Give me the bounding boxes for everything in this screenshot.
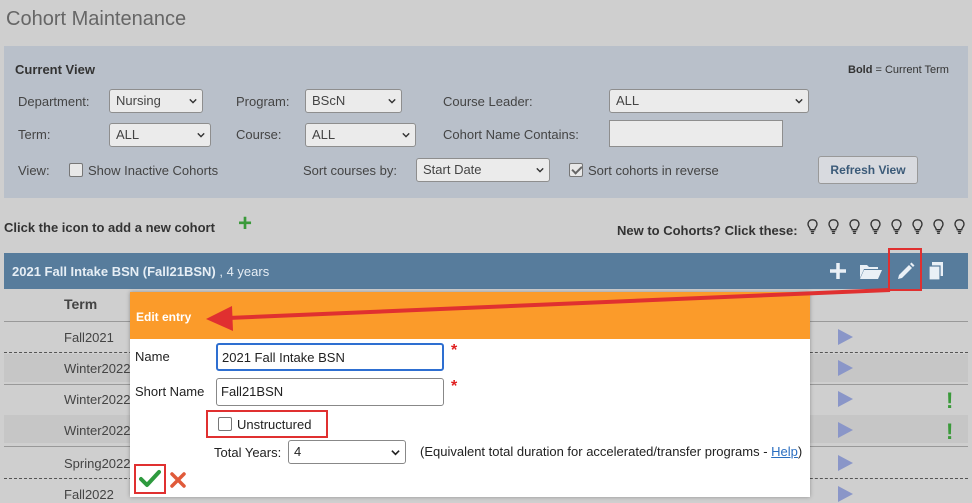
course-leader-select[interactable]: ALL bbox=[609, 89, 809, 113]
play-icon[interactable] bbox=[836, 421, 854, 439]
table-row: Winter2022 bbox=[64, 392, 131, 407]
cancel-x-icon[interactable] bbox=[170, 472, 186, 488]
sort-reverse-option[interactable]: Sort cohorts in reverse bbox=[569, 163, 719, 178]
unstructured-option[interactable]: Unstructured bbox=[218, 417, 311, 432]
table-row: Winter2022 bbox=[64, 423, 131, 438]
show-inactive-checkbox[interactable] bbox=[69, 163, 83, 177]
table-row: Spring2022 bbox=[64, 456, 131, 471]
add-icon[interactable] bbox=[828, 261, 848, 281]
help-link[interactable]: Help bbox=[771, 444, 798, 459]
lightbulb-icon[interactable] bbox=[931, 218, 946, 236]
table-row: Fall2022 bbox=[64, 487, 114, 502]
lightbulb-icon[interactable] bbox=[805, 218, 820, 236]
term-select[interactable]: ALL bbox=[109, 123, 211, 147]
current-view-title: Current View bbox=[15, 62, 95, 77]
dialog-title: Edit entry bbox=[136, 310, 192, 324]
department-label: Department: bbox=[18, 94, 90, 109]
total-years-label: Total Years: bbox=[214, 445, 282, 460]
term-column-header: Term bbox=[64, 296, 98, 312]
chevron-down-icon bbox=[402, 132, 410, 138]
sort-courses-label: Sort courses by: bbox=[303, 163, 397, 178]
play-icon[interactable] bbox=[836, 328, 854, 346]
play-icon[interactable] bbox=[836, 485, 854, 503]
save-button[interactable] bbox=[134, 464, 166, 494]
total-years-select[interactable]: 4 bbox=[288, 440, 406, 464]
play-icon[interactable] bbox=[836, 454, 854, 472]
chevron-down-icon bbox=[189, 98, 197, 104]
current-view-panel: Current View Bold = Current Term Departm… bbox=[4, 46, 968, 198]
chevron-down-icon bbox=[197, 132, 205, 138]
required-marker: * bbox=[451, 342, 458, 359]
lightbulb-icon[interactable] bbox=[868, 218, 883, 236]
course-label: Course: bbox=[236, 127, 282, 142]
table-row: Fall2021 bbox=[64, 330, 114, 345]
edit-entry-dialog: Edit entry Name 2021 Fall Intake BSN * S… bbox=[130, 292, 810, 497]
course-leader-label: Course Leader: bbox=[443, 94, 533, 109]
chevron-down-icon bbox=[388, 98, 396, 104]
help-bulbs bbox=[805, 218, 967, 236]
chevron-down-icon bbox=[536, 167, 544, 173]
chevron-down-icon bbox=[391, 450, 400, 456]
view-label: View: bbox=[18, 163, 50, 178]
cohort-name-input[interactable] bbox=[609, 120, 783, 147]
folder-open-icon[interactable] bbox=[859, 261, 883, 281]
chevron-down-icon bbox=[795, 98, 803, 104]
program-label: Program: bbox=[236, 94, 290, 109]
term-label: Term: bbox=[18, 127, 51, 142]
page-title: Cohort Maintenance bbox=[6, 8, 187, 30]
short-name-label: Short Name bbox=[135, 384, 205, 399]
lightbulb-icon[interactable] bbox=[910, 218, 925, 236]
new-to-cohorts-text: New to Cohorts? Click these: bbox=[617, 223, 798, 238]
lightbulb-icon[interactable] bbox=[889, 218, 904, 236]
required-marker: * bbox=[451, 378, 458, 395]
sort-reverse-checkbox[interactable] bbox=[569, 163, 583, 177]
cohort-header-bar: 2021 Fall Intake BSN (Fall21BSN) , 4 yea… bbox=[4, 253, 968, 289]
name-field[interactable]: 2021 Fall Intake BSN bbox=[216, 343, 444, 371]
checkmark-icon bbox=[139, 470, 161, 487]
add-cohort-plus-icon[interactable]: + bbox=[238, 212, 252, 236]
play-icon[interactable] bbox=[836, 359, 854, 377]
show-inactive-option[interactable]: Show Inactive Cohorts bbox=[69, 163, 218, 178]
course-select[interactable]: ALL bbox=[305, 123, 416, 147]
lightbulb-icon[interactable] bbox=[847, 218, 862, 236]
warning-exclamation-icon: ! bbox=[946, 419, 954, 444]
refresh-view-button[interactable]: Refresh View bbox=[818, 156, 918, 184]
unstructured-highlight: Unstructured bbox=[206, 410, 328, 438]
play-icon[interactable] bbox=[836, 390, 854, 408]
lightbulb-icon[interactable] bbox=[952, 218, 967, 236]
equivalent-duration-note: (Equivalent total duration for accelerat… bbox=[420, 444, 803, 459]
short-name-field[interactable]: Fall21BSN bbox=[216, 378, 444, 406]
program-select[interactable]: BScN bbox=[305, 89, 402, 113]
department-select[interactable]: Nursing bbox=[109, 89, 203, 113]
add-cohort-hint: Click the icon to add a new cohort bbox=[4, 220, 215, 235]
cohort-title: 2021 Fall Intake BSN (Fall21BSN) , 4 yea… bbox=[12, 264, 270, 279]
cohort-name-label: Cohort Name Contains: bbox=[443, 127, 579, 142]
copy-icon[interactable] bbox=[926, 261, 946, 281]
unstructured-checkbox[interactable] bbox=[218, 417, 232, 431]
lightbulb-icon[interactable] bbox=[826, 218, 841, 236]
sort-courses-select[interactable]: Start Date bbox=[416, 158, 550, 182]
name-label: Name bbox=[135, 349, 170, 364]
table-row: Winter2022 bbox=[64, 361, 131, 376]
warning-exclamation-icon: ! bbox=[946, 388, 954, 413]
bold-note: Bold = Current Term bbox=[848, 64, 949, 76]
dialog-header: Edit entry bbox=[130, 292, 810, 339]
edit-icon-highlight bbox=[888, 248, 922, 291]
